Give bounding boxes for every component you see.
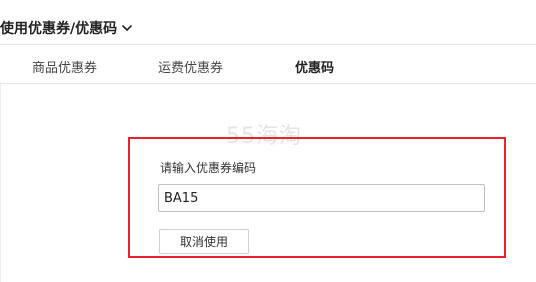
tab-product-coupon[interactable]: 商品优惠券 [32,57,97,76]
coupon-code-label: 请输入优惠券编码 [160,161,257,175]
tab-shipping-coupon[interactable]: 运费优惠券 [158,57,223,76]
coupon-page: 使用优惠券/优惠码 商品优惠券 运费优惠券 优惠码 55海淘 请输入优惠券编码 … [0,0,536,282]
chevron-down-icon[interactable] [121,22,133,34]
tab-promo-code[interactable]: 优惠码 [295,57,334,76]
coupon-code-input[interactable] [158,184,485,212]
content-left-border [0,82,1,282]
coupon-tabs: 商品优惠券 运费优惠券 优惠码 [0,45,536,83]
coupon-tabs-bar: 商品优惠券 运费优惠券 优惠码 [0,44,536,84]
coupon-section-header[interactable]: 使用优惠券/优惠码 [0,18,133,38]
section-title: 使用优惠券/优惠码 [0,21,118,37]
cancel-coupon-button[interactable]: 取消使用 [159,229,249,254]
